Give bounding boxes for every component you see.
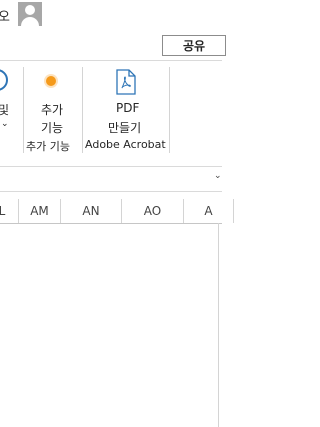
ribbon-separator — [169, 67, 170, 153]
column-header[interactable]: AO — [122, 199, 184, 223]
column-header[interactable]: AM — [19, 199, 61, 223]
group-label-addins: 추가 기능 — [26, 140, 70, 153]
share-button[interactable]: 공유 — [162, 35, 226, 56]
partial-circle-icon[interactable] — [0, 69, 8, 91]
avatar[interactable] — [18, 2, 42, 26]
ribbon-separator — [82, 67, 83, 153]
create-pdf-label-line1[interactable]: PDF — [116, 101, 139, 115]
avatar-head — [25, 5, 35, 15]
pdf-document-icon[interactable] — [116, 69, 136, 95]
column-header[interactable]: AN — [61, 199, 122, 223]
expand-formula-bar-icon[interactable]: ⌄ — [214, 171, 222, 181]
addins-button-label-line1[interactable]: 추가 — [41, 101, 63, 118]
sheet-edge-divider — [218, 223, 219, 427]
addins-button-label-line2[interactable]: 기능 — [41, 119, 63, 136]
create-pdf-label-line2[interactable]: 만들기 — [108, 119, 141, 136]
avatar-body — [21, 17, 39, 26]
ribbon-separator — [23, 67, 24, 153]
group-label-adobe-acrobat: Adobe Acrobat — [85, 138, 166, 151]
column-header[interactable]: A — [184, 199, 234, 223]
addins-icon[interactable] — [46, 76, 56, 86]
column-header[interactable]: L — [0, 199, 19, 223]
column-header-row: L AM AN AO A — [0, 199, 234, 224]
formula-bar[interactable] — [0, 166, 222, 192]
ribbon-partial-label[interactable]: 및 — [0, 101, 9, 118]
chevron-down-icon[interactable]: ⌄ — [1, 119, 9, 129]
user-name: 오 — [0, 10, 10, 25]
ribbon: 및 ⌄ 추가 기능 추가 기능 PDF 만들기 Adobe Acrobat — [0, 60, 222, 157]
worksheet-grid[interactable] — [0, 224, 218, 427]
